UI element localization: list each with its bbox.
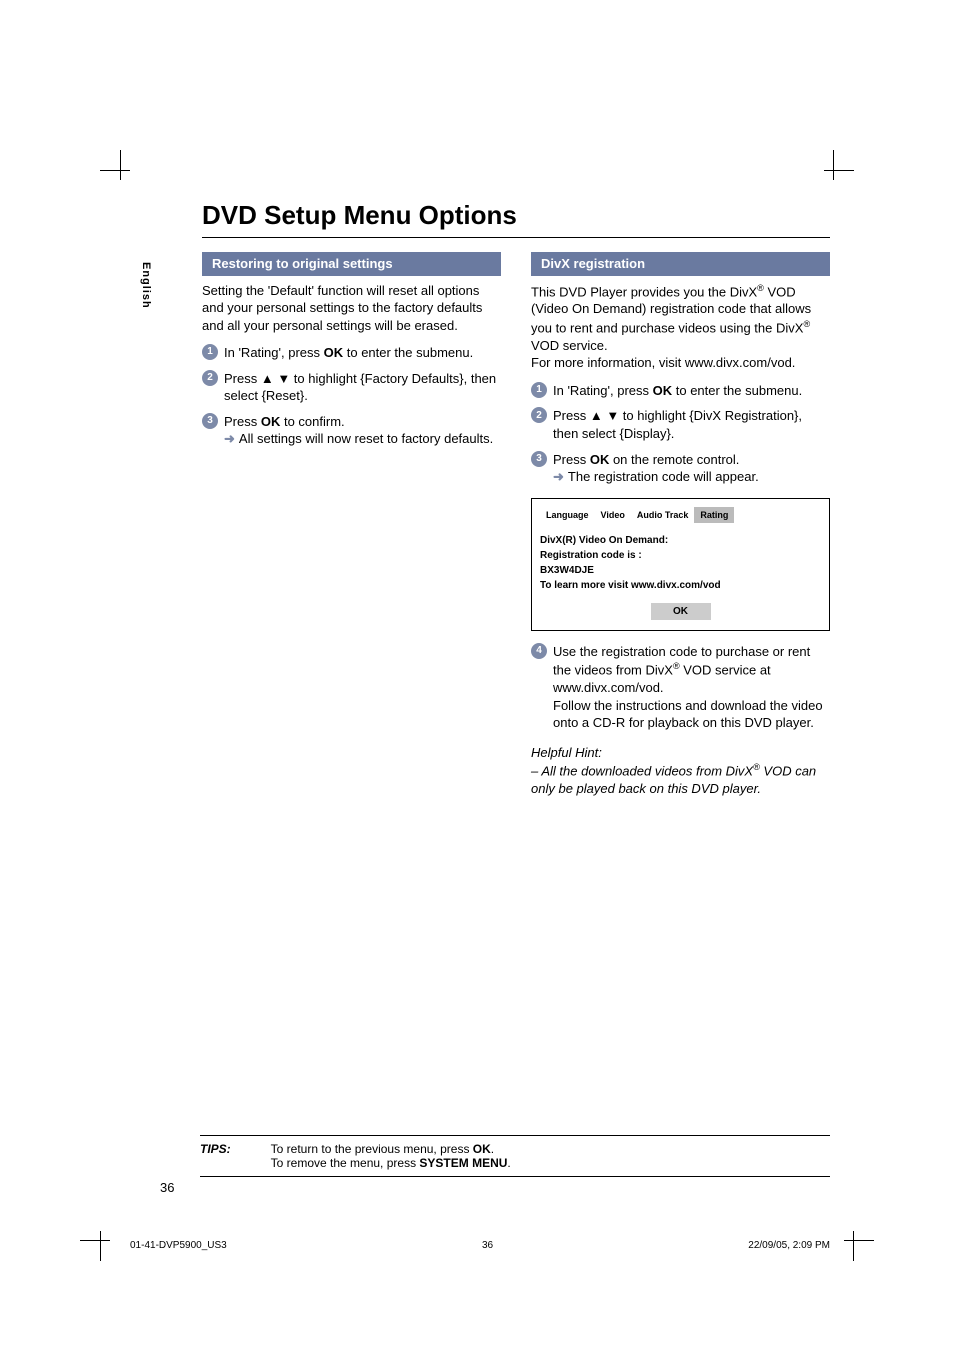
ok-button-illustration: OK: [651, 603, 711, 620]
text: Follow the instructions and download the…: [553, 698, 823, 731]
result-line: ➜ The registration code will appear.: [553, 468, 830, 486]
step-1: 1 In 'Rating', press OK to enter the sub…: [531, 382, 830, 400]
text: VOD service.: [531, 338, 608, 353]
tab-video: Video: [595, 507, 631, 523]
intro-text: Setting the 'Default' function will rese…: [202, 282, 501, 335]
step-2: 2 Press ▲ ▼ to highlight {Factory Defaul…: [202, 370, 501, 405]
menu-line: DivX(R) Video On Demand:: [540, 533, 821, 548]
text: Press: [224, 414, 261, 429]
text: The registration code will appear.: [568, 468, 759, 486]
arrow-icon: ➜: [553, 468, 564, 486]
step-text: In 'Rating', press OK to enter the subme…: [553, 382, 830, 400]
menu-tabs: Language Video Audio Track Rating: [540, 507, 821, 523]
menu-line: To learn more visit www.divx.com/vod: [540, 578, 821, 593]
tips-label: TIPS:: [200, 1142, 231, 1170]
menu-body: DivX(R) Video On Demand: Registration co…: [540, 533, 821, 620]
crop-mark: [834, 1221, 874, 1261]
right-column: DivX registration This DVD Player provid…: [531, 252, 830, 798]
ok-label: OK: [261, 414, 281, 429]
step-text: Press ▲ ▼ to highlight {Factory Defaults…: [224, 370, 501, 405]
text: In 'Rating', press: [224, 345, 324, 360]
step-text: In 'Rating', press OK to enter the subme…: [224, 344, 501, 362]
step-bullet-1: 1: [531, 382, 547, 398]
footer-timestamp: 22/09/05, 2:09 PM: [748, 1240, 830, 1251]
menu-line: Registration code is :: [540, 548, 821, 563]
text: .: [491, 1142, 494, 1156]
result-line: ➜ All settings will now reset to factory…: [224, 430, 501, 448]
page-number: 36: [160, 1180, 174, 1195]
section-header-divx: DivX registration: [531, 252, 830, 276]
page-title: DVD Setup Menu Options: [202, 200, 830, 238]
step-bullet-4: 4: [531, 643, 547, 659]
text: .: [507, 1156, 510, 1170]
step-1: 1 In 'Rating', press OK to enter the sub…: [202, 344, 501, 362]
step-4: 4 Use the registration code to purchase …: [531, 643, 830, 732]
registered-mark: ®: [673, 661, 680, 671]
step-text: Press OK on the remote control. ➜ The re…: [553, 451, 830, 486]
step-bullet-3: 3: [531, 451, 547, 467]
registration-code: BX3W4DJE: [540, 563, 821, 578]
tab-rating: Rating: [694, 507, 734, 523]
tab-audio-track: Audio Track: [631, 507, 695, 523]
ok-label: OK: [473, 1142, 491, 1156]
text: on the remote control.: [609, 452, 739, 467]
system-menu-label: SYSTEM MENU: [419, 1156, 507, 1170]
text: – All the downloaded videos from DivX: [531, 764, 753, 779]
ok-label: OK: [324, 345, 344, 360]
hint-label: Helpful Hint:: [531, 744, 830, 762]
arrow-icon: ➜: [224, 430, 235, 448]
footer-page: 36: [482, 1240, 493, 1251]
step-3: 3 Press OK on the remote control. ➜ The …: [531, 451, 830, 486]
text: to enter the submenu.: [672, 383, 802, 398]
step-bullet-2: 2: [202, 370, 218, 386]
footer-filename: 01-41-DVP5900_US3: [130, 1240, 227, 1251]
text: to confirm.: [280, 414, 344, 429]
crop-mark: [80, 1221, 120, 1261]
text: To return to the previous menu, press: [271, 1142, 473, 1156]
registered-mark: ®: [803, 319, 810, 329]
ok-label: OK: [653, 383, 673, 398]
text: All settings will now reset to factory d…: [239, 430, 493, 448]
step-text: Use the registration code to purchase or…: [553, 643, 830, 732]
tips-text: To return to the previous menu, press OK…: [271, 1142, 511, 1170]
step-bullet-2: 2: [531, 407, 547, 423]
intro-text: This DVD Player provides you the DivX® V…: [531, 282, 830, 372]
helpful-hint: Helpful Hint: – All the downloaded video…: [531, 744, 830, 798]
tips-footer: TIPS: To return to the previous menu, pr…: [200, 1135, 830, 1177]
section-header-restoring: Restoring to original settings: [202, 252, 501, 276]
tab-language: Language: [540, 507, 595, 523]
text: This DVD Player provides you the DivX: [531, 284, 757, 299]
step-3: 3 Press OK to confirm. ➜ All settings wi…: [202, 413, 501, 448]
text: For more information, visit www.divx.com…: [531, 355, 795, 370]
step-text: Press OK to confirm. ➜ All settings will…: [224, 413, 501, 448]
print-footer: 01-41-DVP5900_US3 36 22/09/05, 2:09 PM: [130, 1240, 830, 1251]
left-column: Restoring to original settings Setting t…: [202, 252, 501, 798]
ok-label: OK: [590, 452, 610, 467]
text: to enter the submenu.: [343, 345, 473, 360]
step-2: 2 Press ▲ ▼ to highlight {DivX Registrat…: [531, 407, 830, 442]
registered-mark: ®: [757, 283, 764, 293]
crop-mark: [100, 150, 140, 190]
text: Press: [553, 452, 590, 467]
registered-mark: ®: [753, 762, 760, 772]
step-bullet-1: 1: [202, 344, 218, 360]
step-bullet-3: 3: [202, 413, 218, 429]
text: In 'Rating', press: [553, 383, 653, 398]
osd-menu-illustration: Language Video Audio Track Rating DivX(R…: [531, 498, 830, 631]
crop-mark: [814, 150, 854, 190]
text: To remove the menu, press: [271, 1156, 420, 1170]
step-text: Press ▲ ▼ to highlight {DivX Registratio…: [553, 407, 830, 442]
